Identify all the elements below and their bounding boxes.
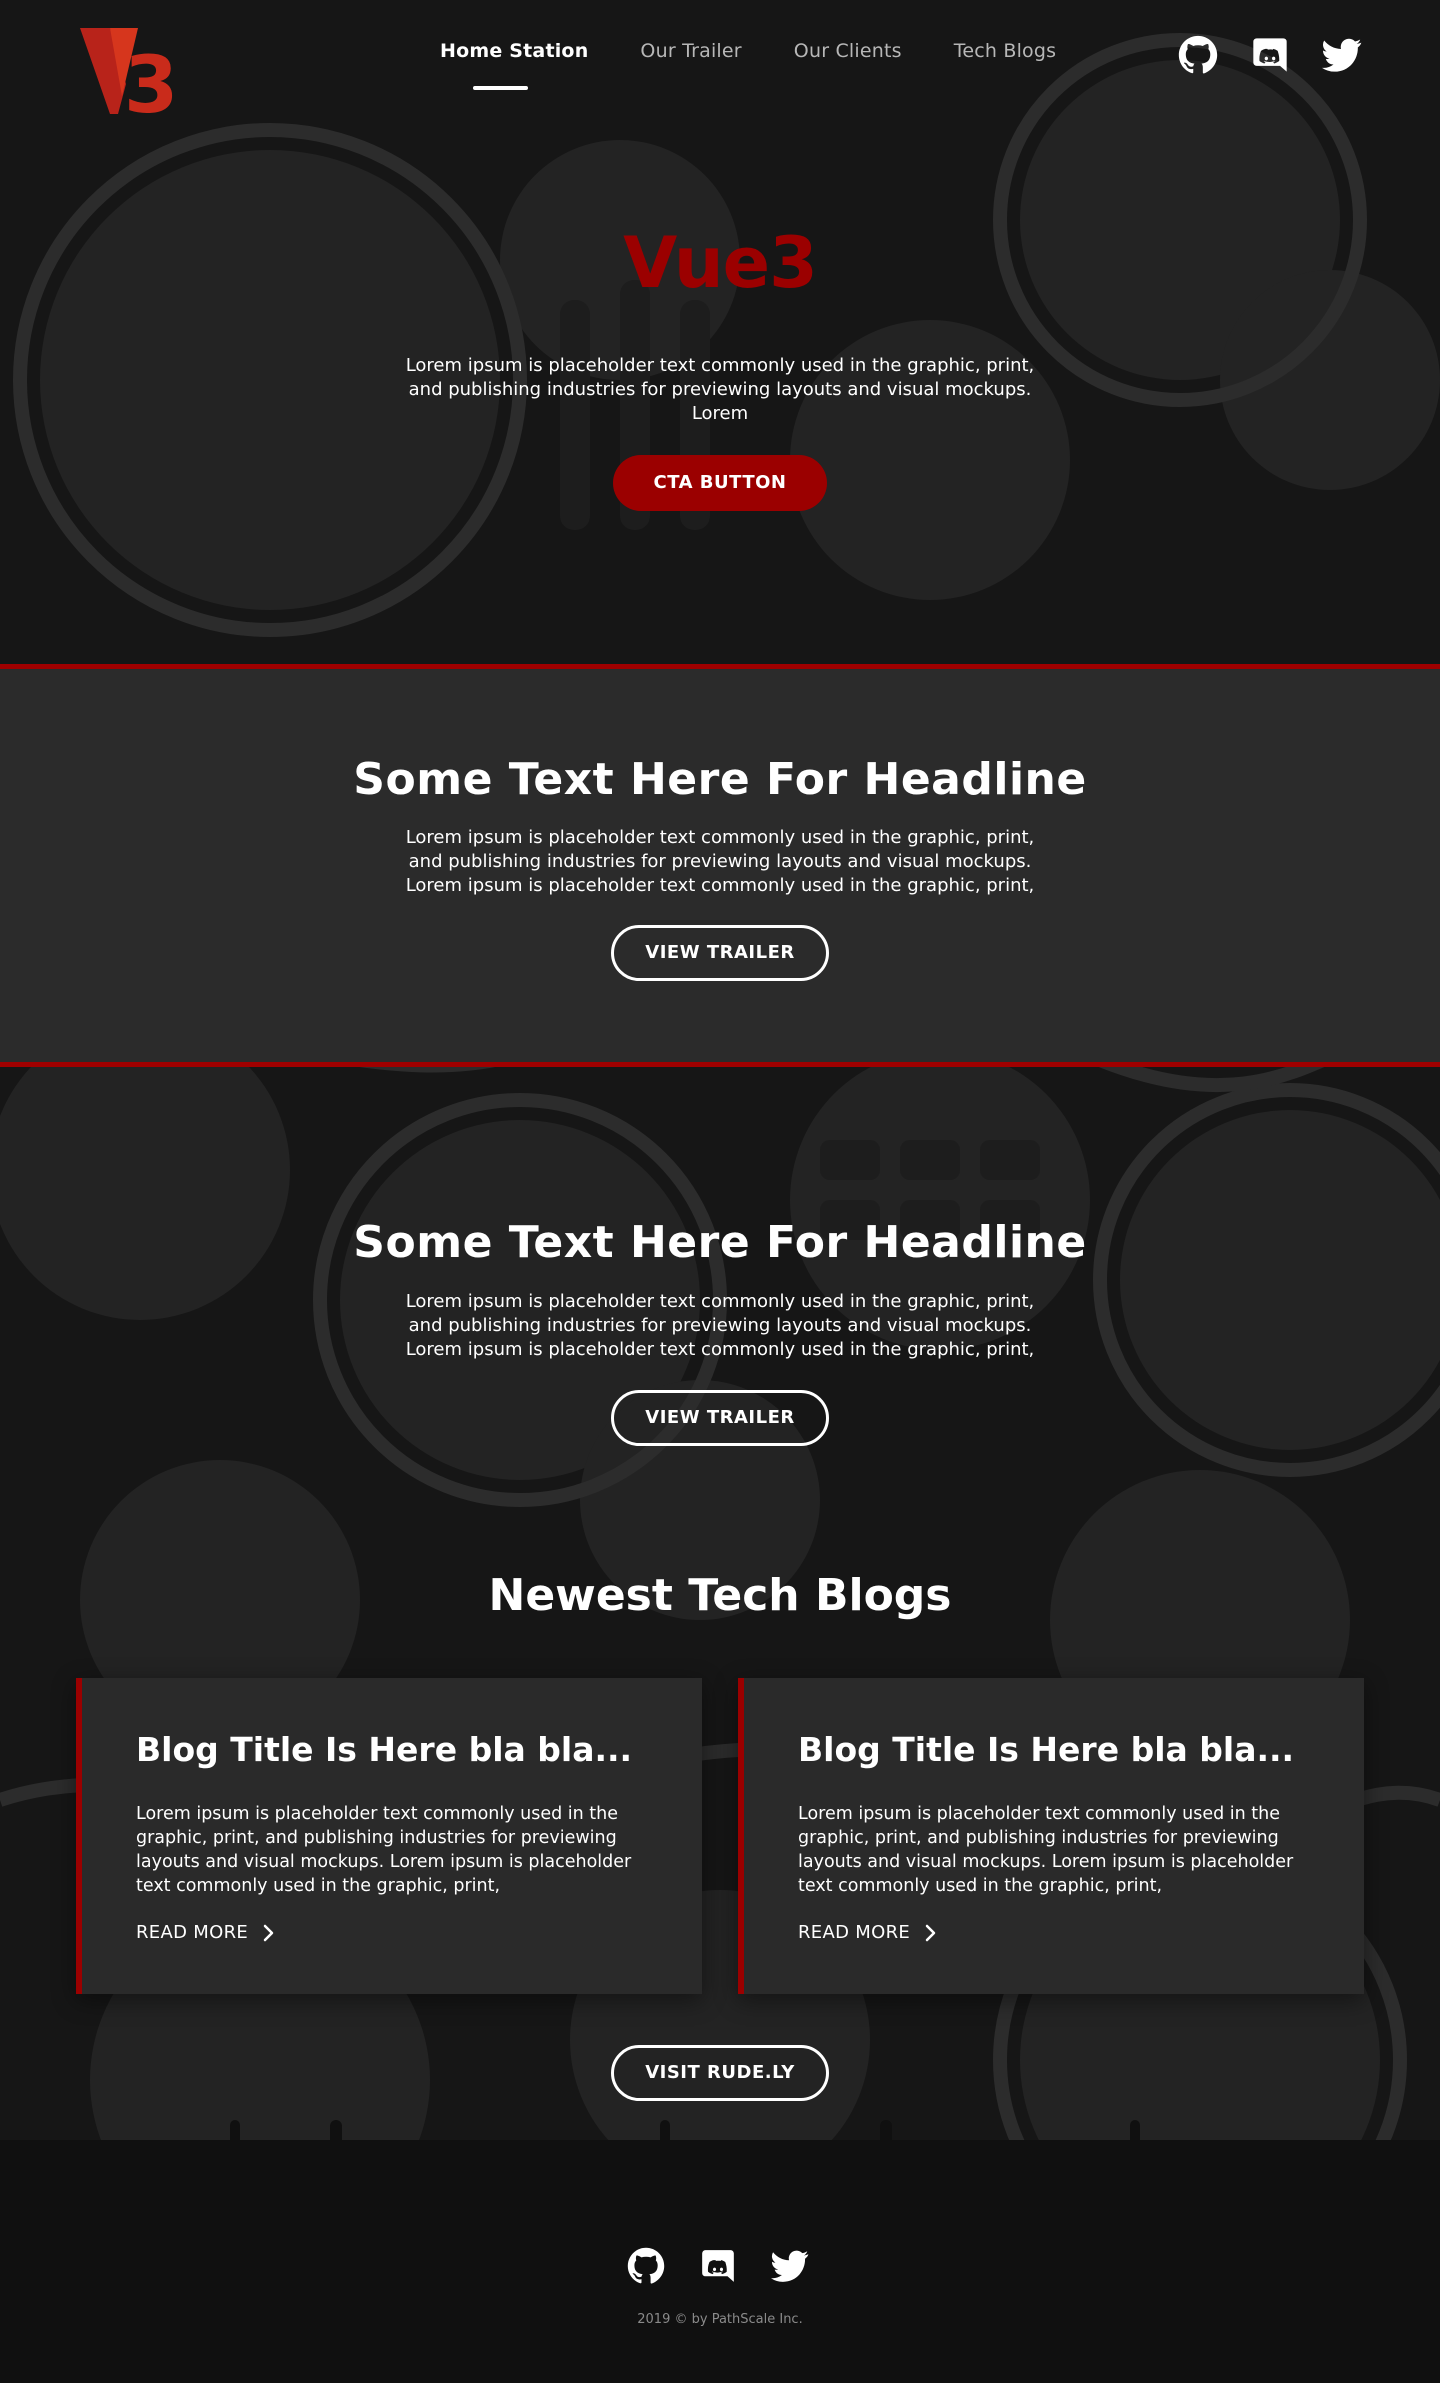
- tech-blogs-section: Newest Tech Blogs Blog Title Is Here bla…: [0, 1570, 1440, 2090]
- read-more-label: READ MORE: [136, 1922, 249, 1943]
- visit-rudely-button[interactable]: VISIT RUDE.LY: [611, 2045, 829, 2101]
- section-text: Lorem ipsum is placeholder text commonly…: [405, 1291, 1035, 1360]
- trailer-section-1: Some Text Here For Headline Lorem ipsum …: [0, 668, 1440, 1062]
- read-more-link[interactable]: READ MORE: [798, 1922, 938, 1943]
- read-more-link[interactable]: READ MORE: [136, 1922, 276, 1943]
- copyright-text: 2019 © by PathScale Inc.: [637, 2312, 803, 2327]
- header-social-links: [1178, 35, 1362, 75]
- blog-card: Blog Title Is Here bla bla... Lorem ipsu…: [738, 1678, 1364, 1994]
- chevron-right-icon: [263, 1924, 274, 1941]
- blog-title: Blog Title Is Here bla bla...: [136, 1730, 633, 1769]
- nav-item-our-trailer[interactable]: Our Trailer: [640, 40, 741, 62]
- chevron-right-icon: [925, 1924, 936, 1941]
- discord-icon[interactable]: [1250, 35, 1290, 75]
- nav-item-our-clients[interactable]: Our Clients: [794, 40, 902, 62]
- hero-title: Vue3: [623, 222, 818, 304]
- hero-text: Lorem ipsum is placeholder text commonly…: [405, 355, 1035, 424]
- view-trailer-button[interactable]: VIEW TRAILER: [611, 1390, 829, 1446]
- site-header: 3 Home Station Our Trailer Our Clients T…: [0, 0, 1440, 120]
- section-headline: Some Text Here For Headline: [353, 754, 1087, 805]
- v3-logo[interactable]: 3: [80, 26, 200, 120]
- blog-title: Blog Title Is Here bla bla...: [798, 1730, 1295, 1769]
- blog-excerpt: Lorem ipsum is placeholder text commonly…: [136, 1804, 632, 1896]
- github-icon[interactable]: [1178, 35, 1218, 75]
- github-icon[interactable]: [627, 2247, 665, 2285]
- blog-card: Blog Title Is Here bla bla... Lorem ipsu…: [76, 1678, 702, 1994]
- cta-button[interactable]: CTA BUTTON: [613, 455, 827, 511]
- section-text: Lorem ipsum is placeholder text commonly…: [405, 827, 1035, 896]
- read-more-label: READ MORE: [798, 1922, 911, 1943]
- section-divider: [0, 664, 1440, 669]
- hero-section: Vue3 Lorem ipsum is placeholder text com…: [0, 110, 1440, 665]
- footer-social-links: [627, 2247, 809, 2285]
- nav-item-home-station[interactable]: Home Station: [440, 40, 588, 90]
- section-headline: Some Text Here For Headline: [353, 1217, 1087, 1268]
- page: 3 Home Station Our Trailer Our Clients T…: [0, 0, 1440, 2383]
- twitter-icon[interactable]: [1322, 35, 1362, 75]
- nav-item-tech-blogs[interactable]: Tech Blogs: [954, 40, 1057, 62]
- twitter-icon[interactable]: [771, 2247, 809, 2285]
- svg-text:3: 3: [124, 41, 178, 120]
- view-trailer-button[interactable]: VIEW TRAILER: [611, 925, 829, 981]
- discord-icon[interactable]: [699, 2247, 737, 2285]
- main-nav: Home Station Our Trailer Our Clients Tec…: [440, 40, 1108, 90]
- blogs-title: Newest Tech Blogs: [488, 1570, 952, 1621]
- section-divider: [0, 1062, 1440, 1067]
- blog-excerpt: Lorem ipsum is placeholder text commonly…: [798, 1804, 1294, 1896]
- trailer-section-2: Some Text Here For Headline Lorem ipsum …: [0, 1067, 1440, 1507]
